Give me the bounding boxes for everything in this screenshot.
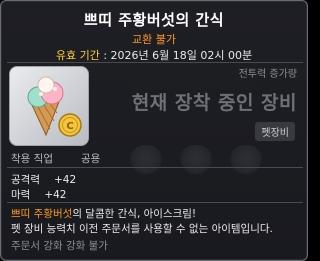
- required-job-value: 공용: [80, 153, 101, 165]
- divider: [7, 62, 303, 63]
- trade-status: 교환 불가: [132, 33, 176, 46]
- expiration-date: 유효 기간 : 2026년 6월 18일 02시 00분: [1, 47, 307, 63]
- required-job-label: 착용 직업: [11, 153, 53, 165]
- description-line-2: 펫 장비 능력치 이전 주문서를 사용할 수 없는 아이템입니다.: [11, 223, 273, 235]
- required-job-row: 착용 직업 공용: [11, 151, 100, 166]
- description-text: 의 달콤한 간식, 아이스크림!: [72, 208, 197, 220]
- expiration-label: 유효 기간: [55, 49, 100, 62]
- pet-equipment-badge: 펫장비: [255, 122, 295, 141]
- stat-label: 마력: [11, 189, 31, 201]
- divider: [7, 167, 303, 168]
- description-highlight: 쁘띠 주황버섯: [11, 208, 73, 220]
- item-tooltip: 쁘띠 주황버섯의 간식 교환 불가 유효 기간 : 2026년 6월 18일 0…: [0, 0, 308, 261]
- scroll-enhance-status: 주문서 강화 강화 불가: [11, 240, 108, 252]
- faded-pet-icon: [179, 145, 213, 175]
- expiration-value: : 2026년 6월 18일 02시 00분: [99, 49, 253, 62]
- description-line-1: 쁘띠 주황버섯의 달콤한 간식, 아이스크림!: [11, 206, 196, 221]
- stat-value: +42: [44, 189, 67, 201]
- item-title: 쁘띠 주황버섯의 간식: [83, 11, 225, 29]
- item-icon-frame: C: [9, 66, 89, 146]
- faded-pet-icon: [229, 145, 263, 175]
- stat-attack: 공격력 +42: [11, 172, 76, 187]
- ice-cream-icon: C: [27, 76, 82, 137]
- divider: [7, 202, 303, 203]
- stat-magic: 마력 +42: [11, 187, 67, 202]
- svg-text:C: C: [66, 121, 73, 132]
- stat-label: 공격력: [11, 174, 40, 186]
- faded-pet-icon: [129, 145, 163, 175]
- currently-equipped-label: 현재 장착 중인 장비: [131, 92, 297, 114]
- stat-value: +42: [53, 174, 77, 186]
- combat-power-label: 전투력 증가량: [238, 69, 297, 80]
